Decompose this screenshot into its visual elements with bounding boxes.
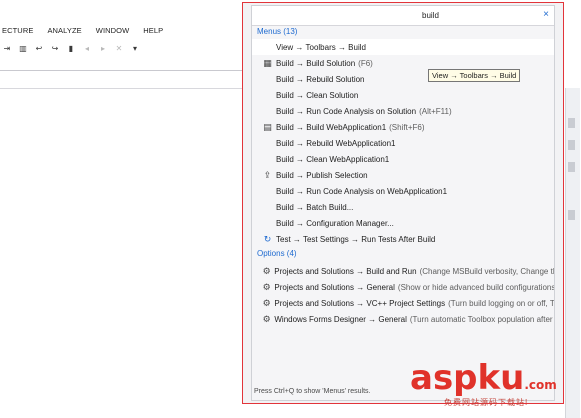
build-project-icon: ▤	[263, 121, 272, 132]
menu-architecture[interactable]: ECTURE	[2, 26, 33, 35]
search-input[interactable]	[422, 9, 522, 21]
result-item[interactable]: Build → Clean WebApplication1	[252, 151, 554, 167]
result-item[interactable]: ▤ Build → Build WebApplication1 (Shift+F…	[252, 119, 554, 135]
result-label: Build → Publish Selection	[276, 170, 368, 180]
blank-icon	[262, 218, 273, 229]
result-label: Build → Rebuild Solution	[276, 74, 365, 84]
option-item[interactable]: ⚙ Projects and Solutions → Build and Run…	[252, 263, 554, 279]
menu-help[interactable]: HELP	[143, 26, 163, 35]
option-description: (Turn automatic Toolbox population after…	[409, 314, 554, 324]
menus-section-header[interactable]: Menus (13)	[257, 27, 297, 36]
result-shortcut: (Alt+F11)	[419, 106, 452, 116]
quick-launch-popup: × Menus (13) View → Toolbars → Build ▦ B…	[242, 2, 564, 404]
quick-launch-panel: × Menus (13) View → Toolbars → Build ▦ B…	[251, 5, 555, 401]
scrollbar-gutter[interactable]	[565, 88, 580, 418]
tooltip: View → Toolbars → Build	[428, 69, 521, 82]
option-label: Projects and Solutions → Build and Run	[274, 266, 417, 276]
result-label: Build → Clean Solution	[276, 90, 359, 100]
result-item[interactable]: ↻ Test → Test Settings → Run Tests After…	[252, 231, 554, 247]
blank-icon	[262, 106, 273, 117]
gear-icon: ⚙	[262, 313, 271, 324]
status-text: Press Ctrl+Q to show 'Menus' results.	[254, 388, 371, 395]
result-label: Build → Clean WebApplication1	[276, 154, 390, 164]
gutter-marker	[568, 140, 575, 150]
menu-bar: ECTURE ANALYZE WINDOW HELP	[0, 24, 250, 37]
result-label: View → Toolbars → Build	[276, 42, 366, 52]
blank-icon	[262, 74, 273, 85]
result-shortcut: (Shift+F6)	[389, 122, 425, 132]
undo-comment-icon[interactable]: ↩	[34, 43, 44, 53]
option-description: (Turn build logging on or off, Turn...	[448, 298, 554, 308]
result-label: Test → Test Settings → Run Tests After B…	[276, 234, 436, 244]
prev-bookmark-icon[interactable]: ◂	[82, 43, 92, 53]
result-label: Build → Configuration Manager...	[276, 218, 394, 228]
blank-icon	[262, 186, 273, 197]
gear-icon: ⚙	[262, 265, 271, 276]
publish-icon: ⇪	[263, 169, 272, 180]
gutter-marker	[568, 210, 575, 220]
blank-icon	[262, 154, 273, 165]
result-item[interactable]: View → Toolbars → Build	[252, 39, 554, 55]
result-label: Build → Batch Build...	[276, 202, 354, 212]
option-label: Projects and Solutions → General	[274, 282, 395, 292]
result-label: Build → Build WebApplication1	[276, 122, 387, 132]
result-item[interactable]: Build → Clean Solution	[252, 87, 554, 103]
dropdown-icon[interactable]: ▾	[130, 43, 140, 53]
bookmark-icon[interactable]: ▮	[66, 43, 76, 53]
toolbar: ⇥ ▥ ↩ ↪ ▮ ◂ ▸ ✕ ▾	[0, 40, 252, 56]
option-item[interactable]: ⚙ Windows Forms Designer → General (Turn…	[252, 311, 554, 327]
columns-icon[interactable]: ▥	[18, 43, 28, 53]
blank-icon	[262, 202, 273, 213]
result-label: Build → Build Solution	[276, 58, 356, 68]
close-icon[interactable]: ×	[543, 9, 549, 21]
build-solution-icon: ▦	[263, 57, 272, 68]
result-item[interactable]: Build → Run Code Analysis on Solution (A…	[252, 103, 554, 119]
result-item[interactable]: Build → Batch Build...	[252, 199, 554, 215]
option-item[interactable]: ⚙ Projects and Solutions → General (Show…	[252, 279, 554, 295]
gear-icon: ⚙	[262, 297, 271, 308]
gear-icon: ⚙	[262, 281, 271, 292]
quick-launch-search: ×	[252, 6, 554, 26]
test-settings-icon: ↻	[263, 233, 272, 244]
blank-icon	[262, 138, 273, 149]
menu-window[interactable]: WINDOW	[96, 26, 130, 35]
option-item[interactable]: ⚙ Projects and Solutions → VC++ Project …	[252, 295, 554, 311]
menu-analyze[interactable]: ANALYZE	[47, 26, 81, 35]
option-description: (Show or hide advanced build configurati…	[397, 282, 554, 292]
editor-top-border	[0, 88, 250, 89]
gutter-marker	[568, 162, 575, 172]
uncomment-icon[interactable]: ↪	[50, 43, 60, 53]
option-label: Projects and Solutions → VC++ Project Se…	[274, 298, 446, 308]
result-item[interactable]: Build → Run Code Analysis on WebApplicat…	[252, 183, 554, 199]
options-section-header[interactable]: Options (4)	[257, 249, 297, 258]
result-label: Build → Run Code Analysis on Solution	[276, 106, 417, 116]
next-bookmark-icon[interactable]: ▸	[98, 43, 108, 53]
indent-icon[interactable]: ⇥	[2, 43, 12, 53]
blank-icon	[262, 42, 273, 53]
gutter-marker	[568, 118, 575, 128]
option-label: Windows Forms Designer → General	[274, 314, 407, 324]
result-label: Build → Rebuild WebApplication1	[276, 138, 396, 148]
result-item[interactable]: Build → Rebuild WebApplication1	[252, 135, 554, 151]
clear-bookmarks-icon[interactable]: ✕	[114, 43, 124, 53]
result-item[interactable]: Build → Configuration Manager...	[252, 215, 554, 231]
result-shortcut: (F6)	[358, 58, 373, 68]
blank-icon	[262, 90, 273, 101]
result-item[interactable]: ⇪ Build → Publish Selection	[252, 167, 554, 183]
toolbar-divider	[0, 70, 250, 71]
result-label: Build → Run Code Analysis on WebApplicat…	[276, 186, 448, 196]
option-description: (Change MSBuild verbosity, Change the nu…	[419, 266, 554, 276]
